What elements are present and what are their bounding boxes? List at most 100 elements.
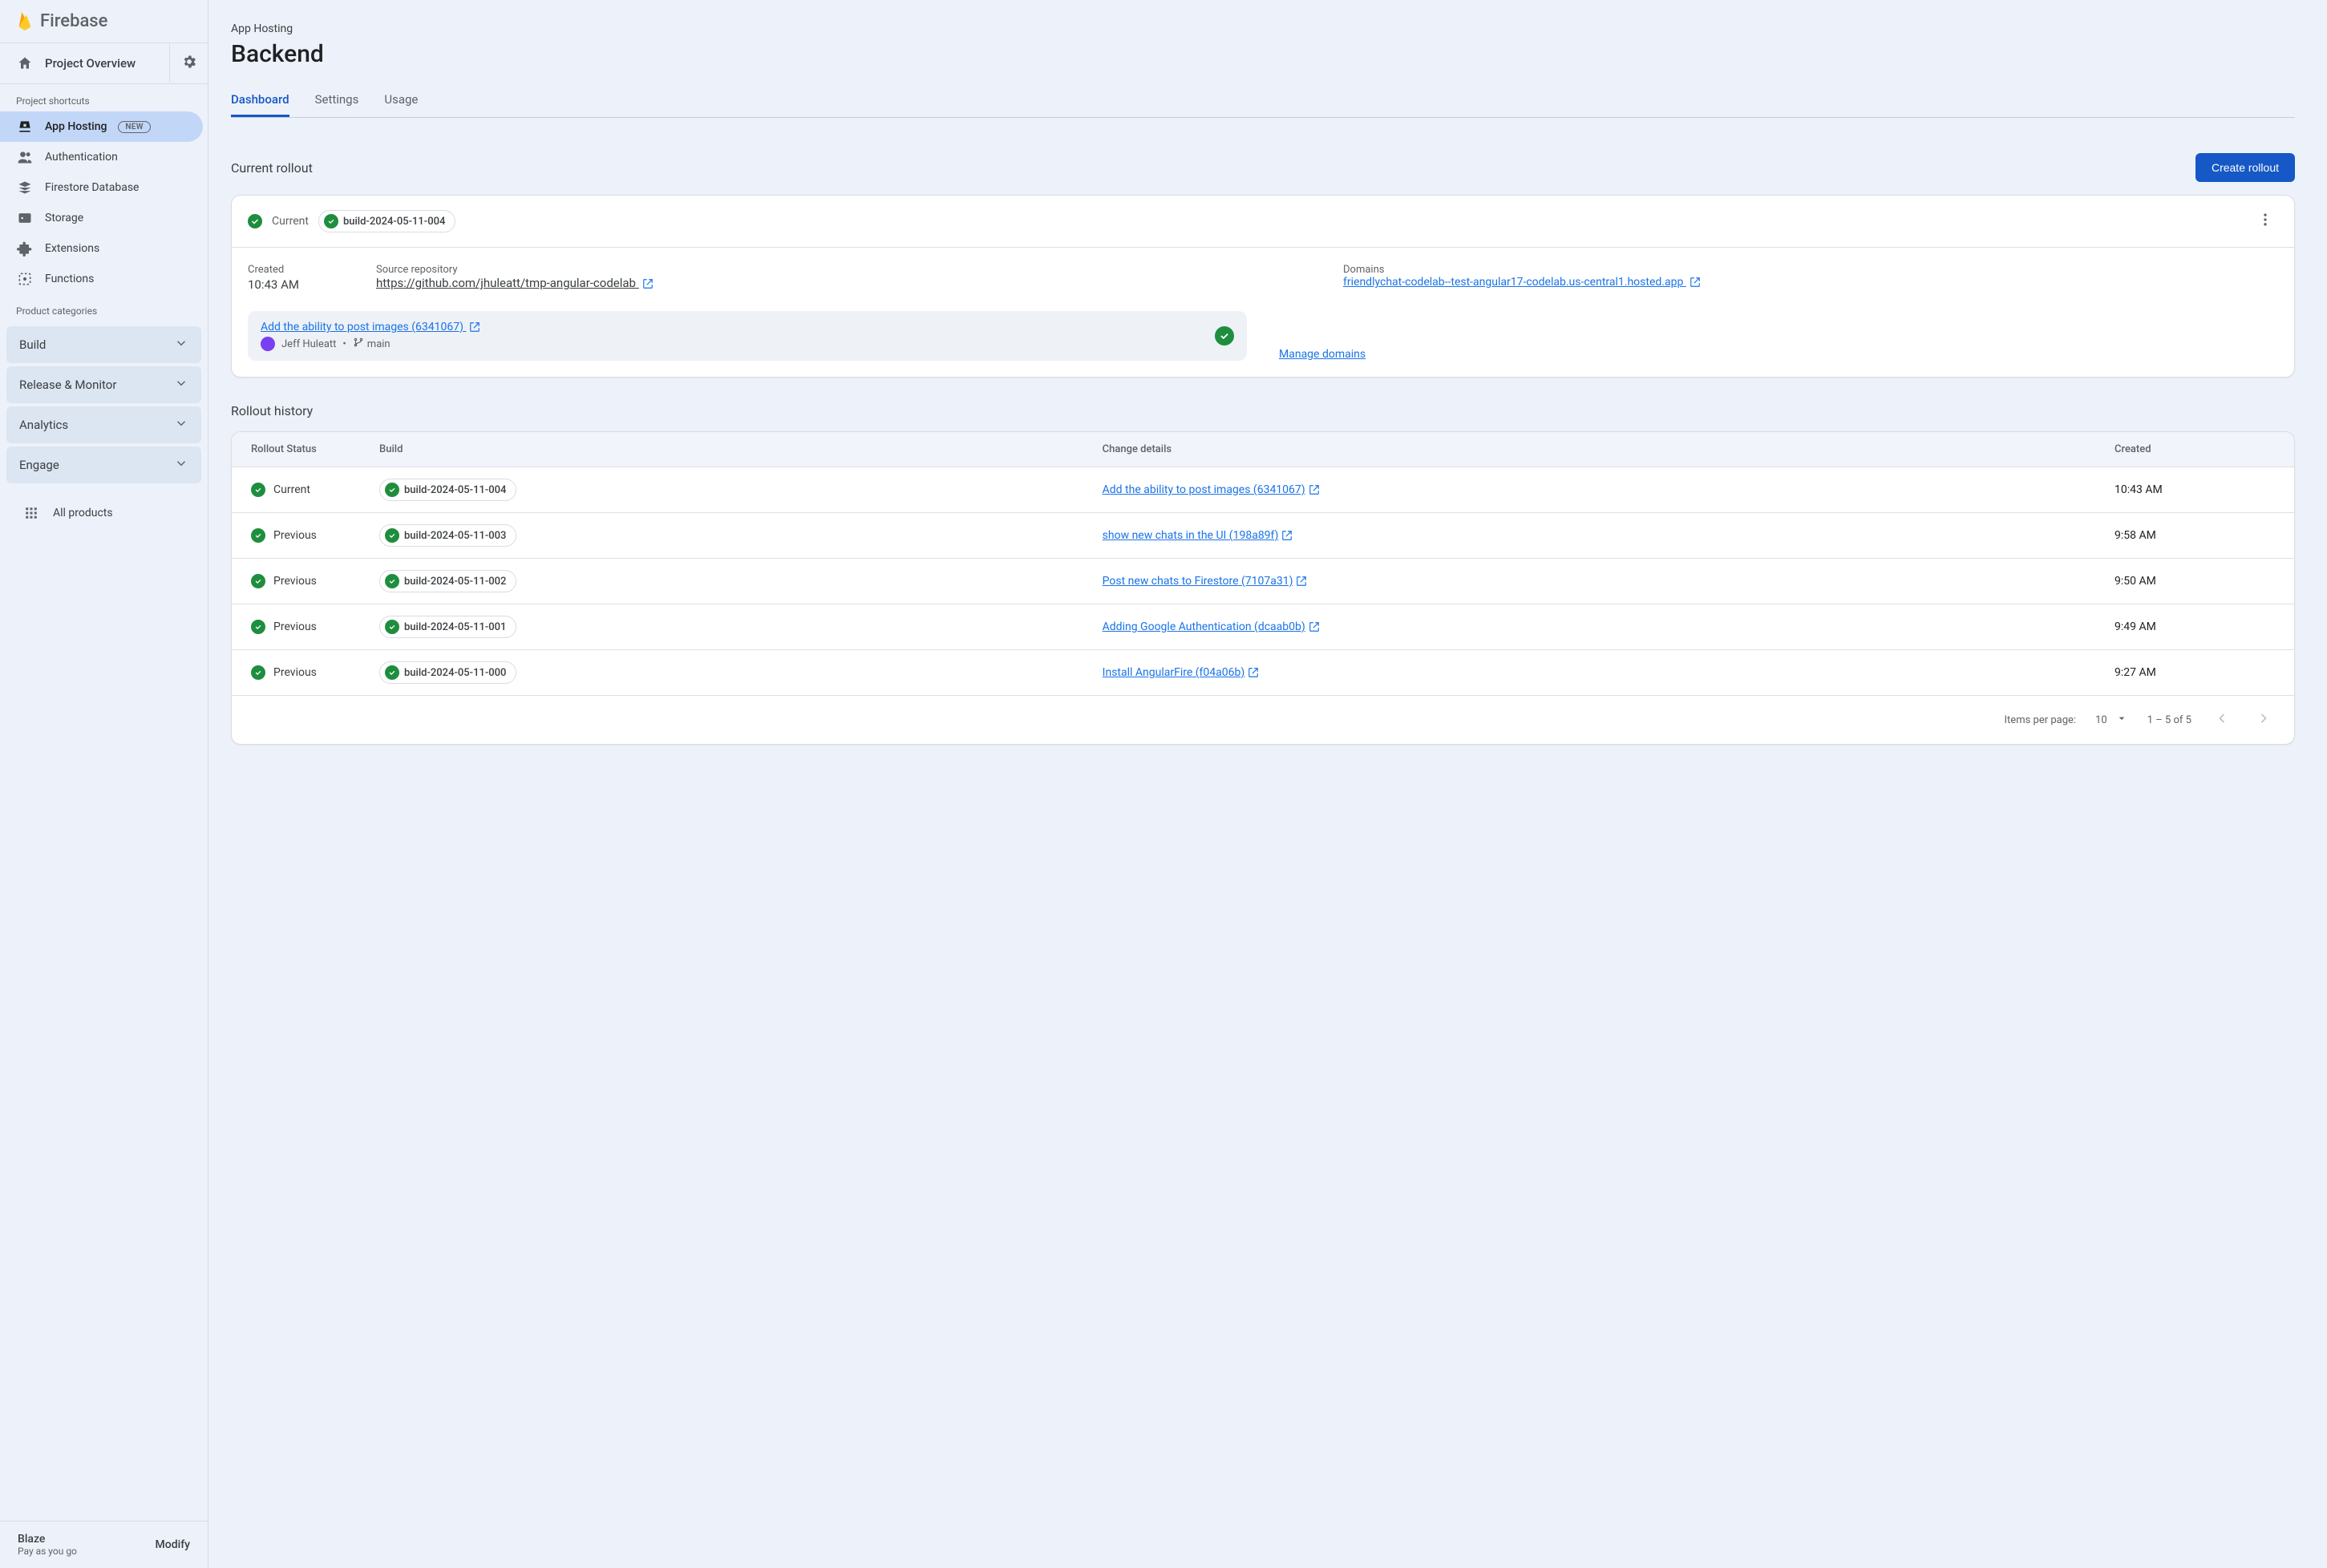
sidebar-item-storage[interactable]: Storage [0,203,203,233]
sidebar-item-extensions[interactable]: Extensions [0,233,203,264]
card-head: Current build-2024-05-11-004 [232,196,2294,248]
project-overview-label: Project Overview [45,56,136,71]
build-chip[interactable]: build-2024-05-11-003 [379,524,516,547]
status-cell: Previous [251,528,379,543]
build-chip[interactable]: build-2024-05-11-002 [379,570,516,592]
current-rollout-card: Current build-2024-05-11-004 Created 10:… [231,195,2295,378]
tab-dashboard[interactable]: Dashboard [231,84,289,117]
storage-icon [16,209,34,227]
status-text: Current [273,483,310,496]
current-rollout-head: Current rollout Create rollout [231,153,2295,182]
build-cell: build-2024-05-11-003 [379,524,1103,547]
change-cell: Add the ability to post images (6341067) [1103,483,2115,496]
sidebar-item-label: App Hosting [45,120,107,133]
status-success-icon [251,528,265,543]
build-chip-label: build-2024-05-11-000 [404,667,506,679]
gear-icon [181,54,197,73]
plan-name: Blaze [18,1533,77,1546]
status-success-icon [251,620,265,634]
tab-settings[interactable]: Settings [315,84,359,117]
card-body: Created 10:43 AM Source repository https… [232,248,2294,377]
manage-domains-link[interactable]: Manage domains [1279,348,2278,361]
status-cell: Previous [251,620,379,634]
build-chip-label: build-2024-05-11-004 [404,484,506,496]
plan-modify-button[interactable]: Modify [156,1538,190,1551]
avatar [261,337,275,351]
sidebar-item-app-hosting[interactable]: App Hosting NEW [0,111,203,142]
build-chip[interactable]: build-2024-05-11-004 [379,479,516,501]
commit-meta: Jeff Huleatt • main [261,337,480,351]
more-vert-icon [2257,212,2273,231]
created-cell: 9:27 AM [2115,666,2275,679]
status-success-icon [385,665,399,680]
build-chip[interactable]: build-2024-05-11-001 [379,616,516,638]
table-header: Rollout Status Build Change details Crea… [232,432,2294,467]
created-label: Created [248,264,344,276]
domain-link[interactable]: friendlychat-codelab--test-angular17-cod… [1343,276,1701,289]
sidebar-item-firestore[interactable]: Firestore Database [0,172,203,203]
chevron-down-icon [174,336,188,354]
external-link-icon [1248,667,1259,678]
next-page-button[interactable] [2252,709,2275,731]
status-text: Previous [273,529,317,542]
status-success-icon [385,574,399,588]
change-link[interactable]: Install AngularFire (f04a06b) [1103,666,1260,679]
sidebar-item-authentication[interactable]: Authentication [0,142,203,172]
history-table: Rollout Status Build Change details Crea… [231,431,2295,745]
created-cell: 10:43 AM [2115,483,2275,496]
all-products-label: All products [53,507,113,519]
change-cell: Install AngularFire (f04a06b) [1103,666,2115,679]
table-row: Previousbuild-2024-05-11-000Install Angu… [232,649,2294,695]
col-change: Change details [1103,443,2115,455]
build-chip[interactable]: build-2024-05-11-004 [318,210,455,232]
chevron-right-icon [2256,710,2272,729]
category-label: Release & Monitor [19,378,116,392]
category-label: Build [19,337,46,352]
external-link-icon [469,321,480,333]
repo-url-text: https://github.com/jhuleatt/tmp-angular-… [376,276,636,290]
external-link-icon [1281,530,1293,541]
items-per-page-label: Items per page: [2005,714,2077,726]
change-link[interactable]: Adding Google Authentication (dcaab0b) [1103,620,1320,633]
created-cell: 9:58 AM [2115,529,2275,542]
col-build: Build [379,443,1103,455]
create-rollout-button[interactable]: Create rollout [2195,153,2295,182]
commit-link[interactable]: Add the ability to post images (6341067) [261,321,480,333]
sidebar-item-label: Storage [45,212,83,224]
change-link[interactable]: Add the ability to post images (6341067) [1103,483,1320,496]
category-build[interactable]: Build [6,326,201,363]
category-engage[interactable]: Engage [6,447,201,483]
build-chip-label: build-2024-05-11-003 [404,530,506,542]
main: App Hosting Backend Dashboard Settings U… [208,0,2327,1568]
separator: • [342,338,346,350]
current-rollout-label: Current rollout [231,160,313,176]
page-size-select[interactable]: 10 [2095,712,2128,728]
category-analytics[interactable]: Analytics [6,406,201,443]
status-text: Previous [273,620,317,633]
repo-link[interactable]: https://github.com/jhuleatt/tmp-angular-… [376,276,654,290]
status-success-icon [251,483,265,497]
project-overview-button[interactable]: Project Overview [0,43,169,83]
category-release-monitor[interactable]: Release & Monitor [6,366,201,403]
tab-usage[interactable]: Usage [384,84,418,117]
build-chip[interactable]: build-2024-05-11-000 [379,661,516,684]
table-row: Current build-2024-05-11-004 Add the abili… [232,467,2294,512]
project-settings-button[interactable] [169,44,208,83]
sidebar-item-label: Extensions [45,242,99,255]
change-link[interactable]: show new chats in the UI (198a89f) [1103,529,1293,542]
change-link[interactable]: Post new chats to Firestore (7107a31) [1103,575,1308,588]
all-products-button[interactable]: All products [0,491,208,535]
plan-row: Blaze Pay as you go Modify [0,1521,208,1568]
branch-name: main [367,338,391,350]
prev-page-button[interactable] [2211,709,2233,731]
domains-label: Domains [1343,264,2278,276]
sidebar-item-functions[interactable]: Functions [0,264,203,294]
status-success-icon [248,214,262,228]
chevron-left-icon [2214,710,2230,729]
status-cell: Previous [251,574,379,588]
status-success-icon [385,528,399,543]
shortcuts-label: Project shortcuts [0,84,208,111]
more-menu-button[interactable] [2252,208,2278,234]
brand-text: Firebase [40,11,107,31]
status-success-icon [251,574,265,588]
